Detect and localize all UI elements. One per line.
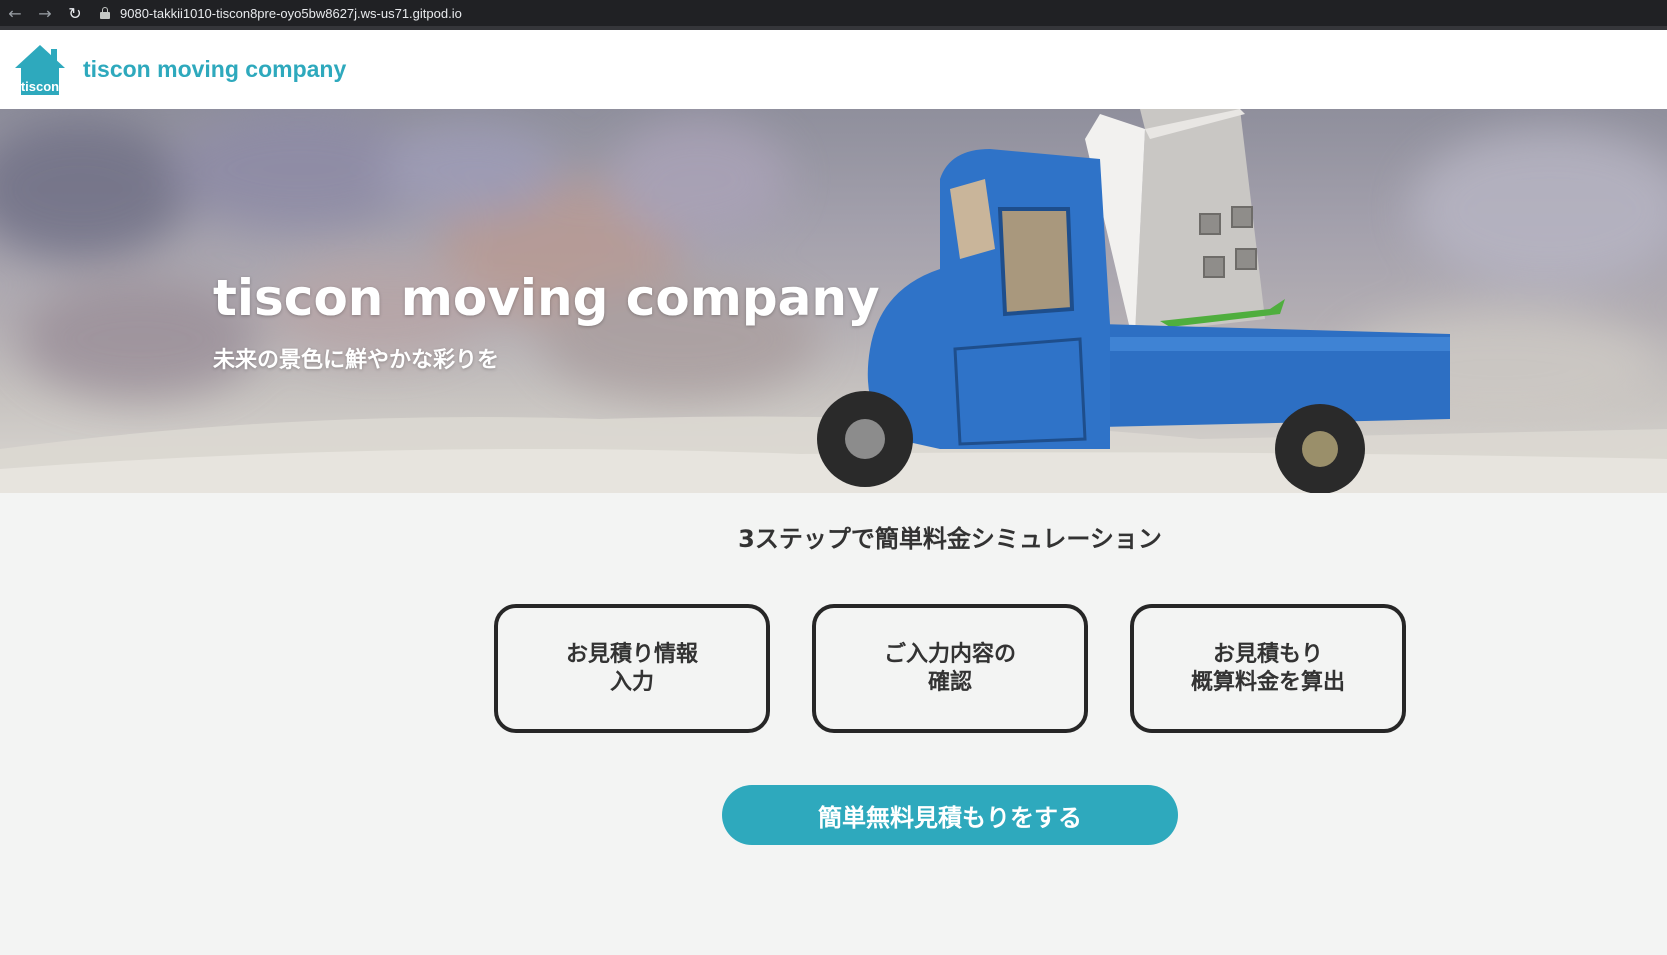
brand-name-link[interactable]: tiscon moving company: [83, 56, 346, 83]
free-estimate-button[interactable]: 簡単無料見積もりをする: [722, 785, 1178, 845]
forward-arrow-icon[interactable]: →: [30, 0, 60, 26]
step-3-line-1: お見積もり: [1212, 641, 1323, 667]
main-content: 3ステップで簡単料金シミュレーション お見積り情報 入力 ご入力内容の 確認 お…: [0, 493, 1667, 955]
house-logo-icon[interactable]: tiscon: [13, 43, 67, 97]
step-2-line-1: ご入力内容の: [883, 641, 1016, 667]
back-arrow-icon[interactable]: ←: [0, 0, 30, 26]
step-1-line-1: お見積り情報: [565, 641, 698, 667]
hero-title: tiscon moving company: [213, 269, 880, 327]
step-2-line-2: 確認: [927, 669, 972, 695]
address-bar[interactable]: 9080-takkii1010-tiscon8pre-oyo5bw8627j.w…: [100, 6, 462, 21]
lock-icon: [100, 7, 110, 19]
hero-subtitle: 未来の景色に鮮やかな彩りを: [213, 348, 500, 373]
section-title: 3ステップで簡単料金シミュレーション: [738, 525, 1162, 553]
step-3-line-2: 概算料金を算出: [1190, 669, 1345, 695]
site-header: tiscon tiscon moving company: [0, 30, 1667, 109]
step-1-line-2: 入力: [609, 669, 654, 695]
step-card-2: ご入力内容の 確認: [812, 604, 1088, 733]
truck-house-illustration: [817, 109, 1450, 493]
step-card-3: お見積もり 概算料金を算出: [1130, 604, 1406, 733]
logo-text: tiscon: [20, 78, 60, 94]
address-url[interactable]: 9080-takkii1010-tiscon8pre-oyo5bw8627j.w…: [120, 6, 462, 21]
step-card-1: お見積り情報 入力: [494, 604, 770, 733]
hero-banner: tiscon moving company 未来の景色に鮮やかな彩りを: [0, 109, 1667, 493]
reload-icon[interactable]: ↻: [60, 0, 90, 26]
steps-list: お見積り情報 入力 ご入力内容の 確認 お見積もり 概算料金を算出: [494, 604, 1406, 733]
browser-toolbar: ← → ↻ 9080-takkii1010-tiscon8pre-oyo5bw8…: [0, 0, 1667, 26]
